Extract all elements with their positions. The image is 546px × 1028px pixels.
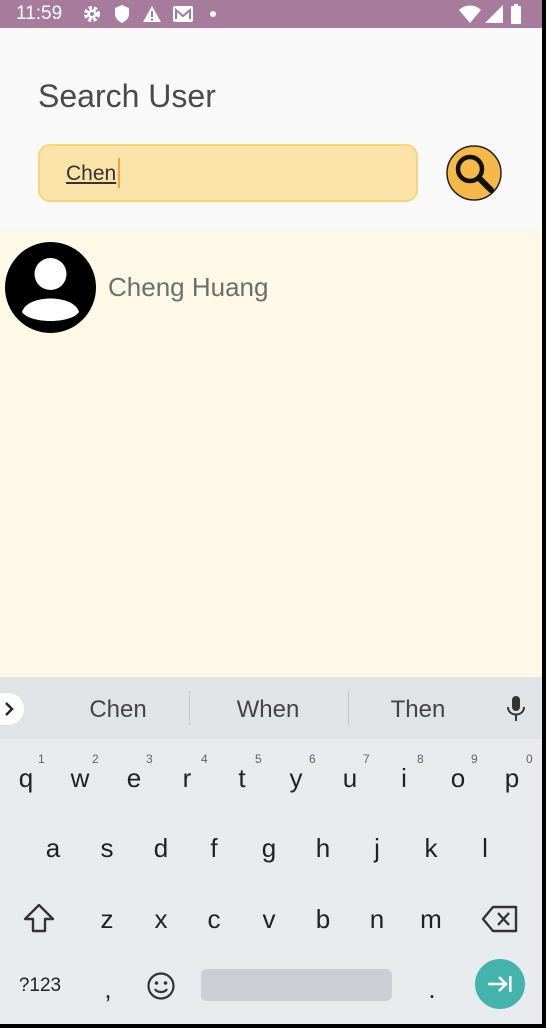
search-input[interactable]: Chen bbox=[38, 144, 418, 202]
key-p[interactable]: p bbox=[492, 763, 532, 794]
microphone-icon[interactable] bbox=[504, 695, 528, 723]
search-input-value: Chen bbox=[66, 162, 117, 185]
key-h[interactable]: h bbox=[303, 833, 343, 864]
key-v[interactable]: v bbox=[249, 904, 289, 935]
key-b[interactable]: b bbox=[303, 904, 343, 935]
key-hint-2: 2 bbox=[92, 752, 99, 766]
key-f[interactable]: f bbox=[194, 833, 234, 864]
enter-key[interactable] bbox=[475, 959, 525, 1009]
key-hint-0: 0 bbox=[526, 752, 533, 766]
user-name: Cheng Huang bbox=[108, 272, 269, 302]
signal-icon bbox=[485, 5, 503, 23]
gear-icon bbox=[84, 6, 100, 22]
key-d[interactable]: d bbox=[141, 833, 181, 864]
key-hint-7: 7 bbox=[363, 752, 370, 766]
page-title: Search User bbox=[38, 78, 216, 114]
shift-icon[interactable] bbox=[22, 902, 56, 934]
key-e[interactable]: e bbox=[114, 763, 154, 794]
warning-icon bbox=[143, 6, 161, 22]
shield-icon bbox=[115, 5, 129, 23]
search-button[interactable] bbox=[446, 144, 502, 202]
key-l[interactable]: l bbox=[465, 833, 505, 864]
symbols-key[interactable]: ?123 bbox=[12, 975, 68, 997]
key-hint-6: 6 bbox=[309, 752, 316, 766]
battery-icon bbox=[511, 4, 521, 24]
key-hint-4: 4 bbox=[201, 752, 208, 766]
wifi-icon bbox=[459, 5, 481, 23]
chevron-right-icon bbox=[5, 702, 14, 716]
key-r[interactable]: r bbox=[167, 763, 207, 794]
app-screen: 11:59 Search User Chen Cheng Huang Chen … bbox=[0, 0, 542, 1024]
user-result-row[interactable]: Cheng Huang bbox=[0, 240, 542, 336]
suggestion-bar: Chen When Then bbox=[0, 677, 542, 739]
key-hint-9: 9 bbox=[471, 752, 478, 766]
key-w[interactable]: w bbox=[60, 763, 100, 794]
key-s[interactable]: s bbox=[87, 833, 127, 864]
space-bar[interactable] bbox=[201, 969, 392, 1001]
suggestion-3[interactable]: Then bbox=[343, 696, 493, 724]
status-bar: 11:59 bbox=[0, 0, 542, 28]
person-avatar-icon bbox=[5, 242, 96, 333]
suggestion-divider bbox=[189, 691, 190, 725]
key-q[interactable]: q bbox=[6, 763, 46, 794]
key-period[interactable]: . bbox=[412, 974, 452, 1005]
key-c[interactable]: c bbox=[194, 904, 234, 935]
key-t[interactable]: t bbox=[222, 763, 262, 794]
emoji-icon[interactable] bbox=[146, 971, 176, 1001]
key-u[interactable]: u bbox=[330, 763, 370, 794]
key-z[interactable]: z bbox=[87, 904, 127, 935]
suggestion-1[interactable]: Chen bbox=[43, 696, 193, 724]
key-comma[interactable]: , bbox=[88, 974, 128, 1005]
key-j[interactable]: j bbox=[357, 833, 397, 864]
dot-icon bbox=[210, 11, 216, 17]
backspace-icon[interactable] bbox=[481, 905, 519, 933]
soft-keyboard: Chen When Then q w e r t y u i o p 1 2 3… bbox=[0, 677, 542, 1024]
key-a[interactable]: a bbox=[33, 833, 73, 864]
tab-arrow-icon bbox=[488, 976, 512, 992]
text-cursor bbox=[118, 158, 120, 188]
key-hint-3: 3 bbox=[146, 752, 153, 766]
expand-toolbar-button[interactable] bbox=[0, 693, 24, 725]
key-y[interactable]: y bbox=[276, 763, 316, 794]
mail-icon bbox=[173, 6, 193, 22]
suggestion-2[interactable]: When bbox=[193, 696, 343, 724]
key-hint-1: 1 bbox=[38, 752, 45, 766]
key-i[interactable]: i bbox=[384, 763, 424, 794]
key-o[interactable]: o bbox=[438, 763, 478, 794]
search-header: Search User Chen bbox=[0, 28, 542, 230]
key-hint-8: 8 bbox=[417, 752, 424, 766]
status-time: 11:59 bbox=[16, 3, 63, 24]
key-g[interactable]: g bbox=[249, 833, 289, 864]
key-hint-5: 5 bbox=[255, 752, 262, 766]
key-k[interactable]: k bbox=[411, 833, 451, 864]
key-x[interactable]: x bbox=[141, 904, 181, 935]
key-m[interactable]: m bbox=[411, 904, 451, 935]
key-n[interactable]: n bbox=[357, 904, 397, 935]
